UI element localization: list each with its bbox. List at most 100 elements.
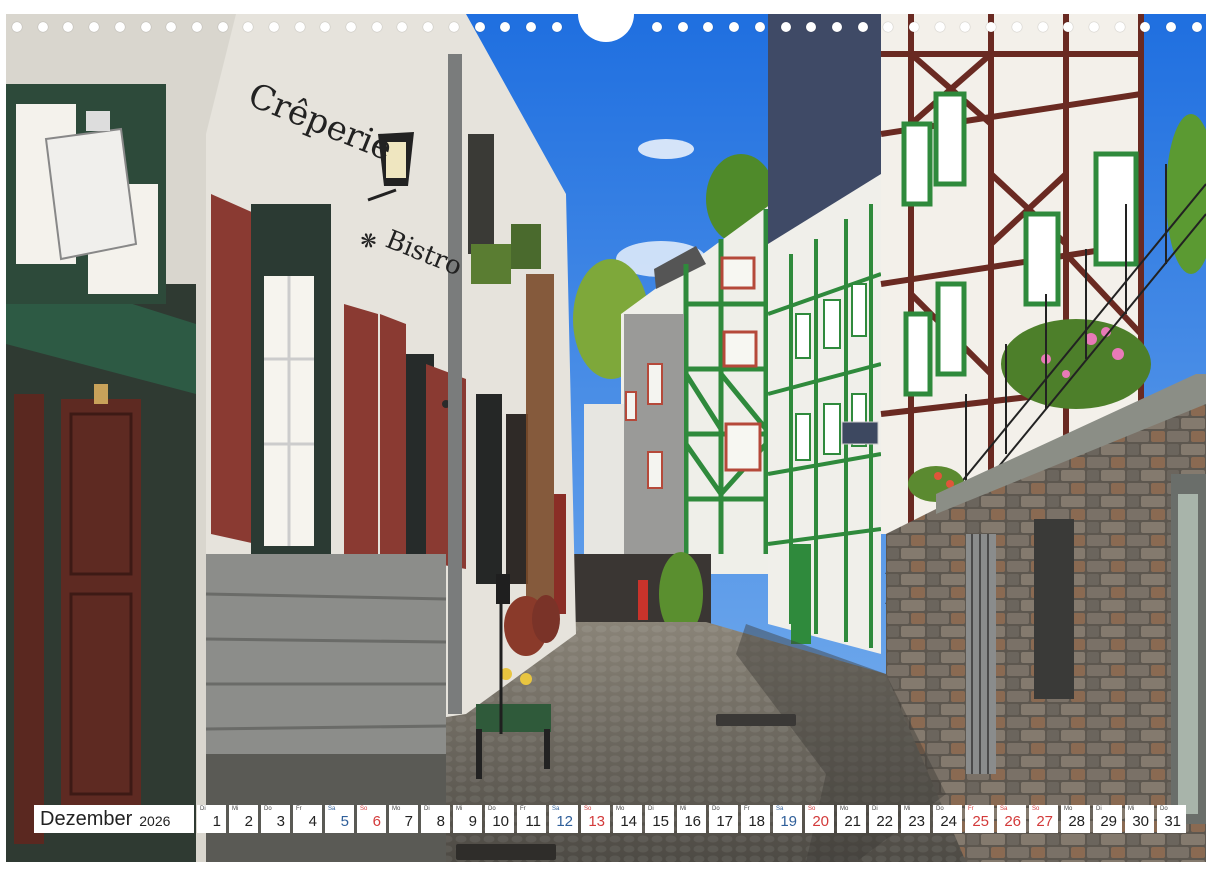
day-number: 11 [525, 813, 541, 830]
day-cell: Mo 14 [613, 805, 642, 833]
day-of-week: Do [936, 806, 944, 812]
binding-hole [755, 22, 765, 32]
day-cell: Mi 9 [453, 805, 482, 833]
day-cell: Di 8 [421, 805, 450, 833]
day-cell: Di 22 [869, 805, 898, 833]
binding-hole [781, 22, 791, 32]
day-of-week: Fr [968, 806, 974, 812]
day-cell: Di 15 [645, 805, 674, 833]
day-number: 31 [1164, 813, 1181, 830]
binding-hole [935, 22, 945, 32]
day-number: 5 [340, 813, 349, 830]
day-cell: Do 24 [933, 805, 962, 833]
day-cell: Fr 18 [741, 805, 770, 833]
binding-hole [295, 22, 305, 32]
day-number: 7 [404, 813, 413, 830]
binding-hole [141, 22, 151, 32]
day-number: 29 [1100, 813, 1117, 830]
day-of-week: Sa [328, 806, 336, 812]
binding-hole [832, 22, 842, 32]
binding-hole [909, 22, 919, 32]
day-of-week: Mi [456, 806, 463, 812]
binding-hole [320, 22, 330, 32]
day-cell: Do 17 [709, 805, 738, 833]
day-of-week: Sa [776, 806, 784, 812]
binding-hole [475, 22, 485, 32]
day-cell: Fr 25 [965, 805, 994, 833]
day-number: 19 [780, 813, 797, 830]
day-cell: Fr 11 [517, 805, 546, 833]
day-number: 16 [684, 813, 701, 830]
day-of-week: Fr [296, 806, 302, 812]
day-number: 6 [372, 813, 381, 830]
day-of-week: Di [872, 806, 878, 812]
binding-hole [652, 22, 662, 32]
binding-hole [218, 22, 228, 32]
day-number: 1 [212, 813, 221, 830]
day-number: 13 [588, 813, 605, 830]
day-number: 14 [620, 813, 637, 830]
day-of-week: Mi [680, 806, 687, 812]
day-of-week: Mi [232, 806, 239, 812]
day-number: 23 [908, 813, 925, 830]
day-of-week: Mo [1064, 806, 1073, 812]
day-number: 22 [876, 813, 893, 830]
day-cell: Mi 30 [1125, 805, 1154, 833]
day-number: 3 [276, 813, 285, 830]
day-cell: Di 29 [1093, 805, 1122, 833]
day-of-week: Mi [1128, 806, 1135, 812]
binding-hole [12, 22, 22, 32]
binding-hole [960, 22, 970, 32]
day-number: 30 [1132, 813, 1149, 830]
binding-hole [1192, 22, 1202, 32]
day-number: 24 [940, 813, 957, 830]
binding-hole [269, 22, 279, 32]
binding-hole [449, 22, 459, 32]
day-cell: So 27 [1029, 805, 1058, 833]
month-year: 2026 [139, 813, 171, 829]
day-of-week: Do [264, 806, 272, 812]
day-number: 8 [436, 813, 445, 830]
binding-hole [883, 22, 893, 32]
day-of-week: Di [648, 806, 654, 812]
spiral-binding [0, 14, 1214, 42]
binding-hole [38, 22, 48, 32]
binding-hole [1115, 22, 1125, 32]
binding-hole [372, 22, 382, 32]
day-cell: Mi 23 [901, 805, 930, 833]
day-of-week: Di [1096, 806, 1102, 812]
day-cell: So 6 [357, 805, 386, 833]
day-of-week: So [1032, 806, 1040, 812]
hanger-cutout [578, 14, 634, 42]
binding-hole [346, 22, 356, 32]
day-cell: Mo 7 [389, 805, 418, 833]
day-cell: Do 3 [261, 805, 290, 833]
day-cell: Sa 26 [997, 805, 1026, 833]
day-cell: Sa 12 [549, 805, 578, 833]
calendar-strip: Dezember 2026 Di 1 Mi 2 Do 3 Fr 4 Sa 5 So 6 Mo 7 Di 8 Mi… [34, 805, 1186, 833]
binding-hole [115, 22, 125, 32]
month-name: Dezember [40, 807, 133, 830]
day-number: 17 [716, 813, 733, 830]
binding-hole [89, 22, 99, 32]
day-cell: Do 31 [1157, 805, 1186, 833]
binding-hole [1063, 22, 1073, 32]
day-of-week: Mi [904, 806, 911, 812]
day-of-week: Mo [840, 806, 849, 812]
day-number: 26 [1004, 813, 1021, 830]
day-number: 15 [652, 813, 669, 830]
day-number: 12 [556, 813, 573, 830]
day-of-week: Mo [392, 806, 401, 812]
day-number: 20 [812, 813, 829, 830]
day-of-week: Do [712, 806, 720, 812]
binding-hole [806, 22, 816, 32]
binding-hole [552, 22, 562, 32]
binding-hole [729, 22, 739, 32]
day-cell: Sa 5 [325, 805, 354, 833]
binding-hole [1038, 22, 1048, 32]
day-cell: So 20 [805, 805, 834, 833]
binding-hole [500, 22, 510, 32]
binding-hole [1166, 22, 1176, 32]
day-of-week: Mo [616, 806, 625, 812]
binding-hole [1140, 22, 1150, 32]
